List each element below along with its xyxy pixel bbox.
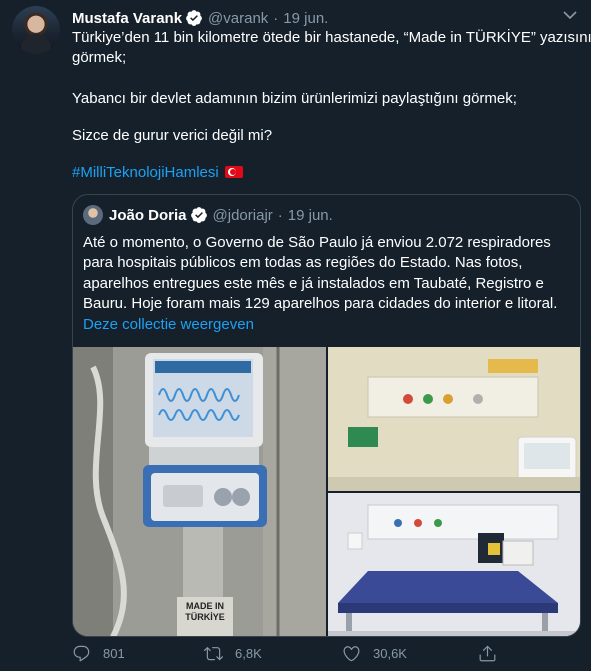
tweet-header: Mustafa Varank @varank · 19 jun.: [72, 8, 328, 28]
share-button[interactable]: [478, 644, 497, 663]
quoted-author-avatar: [83, 205, 103, 225]
author-avatar[interactable]: [12, 6, 60, 54]
chevron-down-icon[interactable]: [563, 10, 577, 20]
author-name[interactable]: Mustafa Varank: [72, 10, 182, 27]
photo-hospital-wall[interactable]: [328, 347, 580, 491]
hospital-wall-illustration: [328, 347, 580, 491]
share-icon: [479, 645, 496, 662]
hospital-bed-illustration: [328, 493, 580, 636]
like-button[interactable]: 30,6K: [342, 644, 407, 663]
quoted-text-line: para hospitais públicos em todas as regi…: [83, 254, 523, 271]
quoted-author-name: João Doria: [109, 206, 187, 224]
verified-badge-icon: [186, 10, 202, 26]
tweet[interactable]: Mustafa Varank @varank · 19 jun. Türkiye…: [0, 0, 591, 671]
reply-icon: [73, 645, 90, 662]
reply-count: 801: [103, 646, 125, 661]
action-bar: 801 6,8K 30,6K: [72, 640, 512, 670]
tweet-text-line: Türkiye’den 11 bin kilometre ötede bir h…: [72, 29, 591, 46]
quoted-header: João Doria @jdoriajr · 19 jun.: [83, 205, 333, 225]
turkey-flag-icon: [224, 166, 243, 178]
separator-dot: ·: [277, 206, 283, 224]
quoted-date: 19 jun.: [287, 206, 333, 224]
quoted-text-line: Até o momento, o Governo de São Paulo já…: [83, 234, 551, 251]
collection-link[interactable]: Deze collectie weergeven: [83, 316, 254, 333]
separator-dot: ·: [273, 9, 279, 27]
verified-badge-icon: [190, 207, 207, 223]
hashtag-link[interactable]: #MilliTeknolojiHamlesi: [72, 164, 219, 181]
photo-label-line1: MADE IN: [186, 601, 224, 611]
photo-hospital-bed[interactable]: [328, 493, 580, 636]
retweet-button[interactable]: 6,8K: [204, 644, 262, 663]
quoted-text-line: Bauru. Hoje foram mais 129 aparelhos par…: [83, 295, 558, 312]
quoted-tweet[interactable]: João Doria @jdoriajr · 19 jun. Até o mom…: [72, 194, 581, 637]
ventilator-illustration: MADE IN TÜRKİYE: [73, 347, 326, 636]
like-count: 30,6K: [373, 646, 407, 661]
tweet-date[interactable]: 19 jun.: [283, 10, 328, 27]
retweet-count: 6,8K: [235, 646, 262, 661]
author-handle[interactable]: @varank: [208, 10, 268, 27]
tweet-text-line: Sizce de gurur verici değil mi?: [72, 127, 273, 144]
quoted-author-handle: @jdoriajr: [212, 206, 273, 224]
tweet-text-line: Yabancı bir devlet adamının bizim ürünle…: [72, 90, 517, 107]
heart-icon: [343, 646, 360, 662]
retweet-icon: [204, 647, 223, 661]
photo-ventilator[interactable]: MADE IN TÜRKİYE: [73, 347, 326, 636]
photo-label-line2: TÜRKİYE: [185, 612, 225, 622]
tweet-text-line: görmek;: [72, 49, 127, 66]
reply-button[interactable]: 801: [72, 644, 125, 663]
quoted-text-line: aparelhos entregues este mês e já instal…: [83, 275, 544, 292]
hashtag-line: #MilliTeknolojiHamlesi: [72, 163, 243, 183]
